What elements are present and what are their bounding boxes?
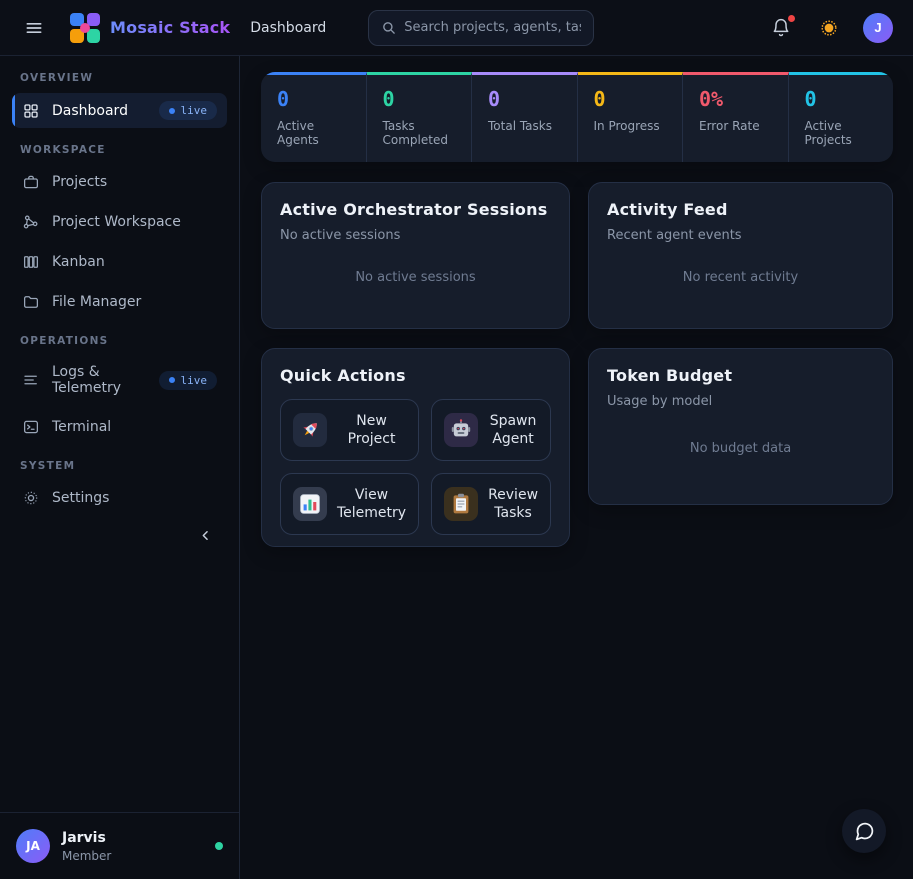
search-input[interactable] — [404, 20, 581, 35]
log-lines-icon — [22, 371, 40, 389]
sidebar-item-label: Logs & Telemetry — [52, 364, 147, 396]
nav-section-label-operations: OPERATIONS — [20, 335, 219, 347]
quick-action-label: New Project — [337, 412, 406, 448]
nav-section-label-workspace: WORKSPACE — [20, 144, 219, 156]
clipboard-icon — [444, 487, 478, 521]
nav-section-label-system: SYSTEM — [20, 460, 219, 472]
nodes-icon — [22, 213, 40, 231]
quick-actions-card: Quick Actions New Project Spawn Agent View… — [261, 348, 570, 547]
sidebar-item-logs-telemetry[interactable]: Logs & Telemetry live — [12, 356, 227, 404]
sessions-card-title: Active Orchestrator Sessions — [280, 200, 551, 219]
online-status-dot — [215, 842, 223, 850]
stat-label: Error Rate — [699, 119, 772, 133]
quick-action-label: Spawn Agent — [488, 412, 538, 448]
rocket-icon — [293, 413, 327, 447]
activity-feed-subtitle: Recent agent events — [607, 228, 874, 243]
stats-row: 0 Active Agents 0 Tasks Completed 0 Total Tas… — [261, 72, 893, 162]
quick-actions-title: Quick Actions — [280, 366, 551, 385]
sidebar-item-label: Settings — [52, 490, 109, 506]
token-budget-card: Token Budget Usage by model No budget da… — [588, 348, 893, 505]
live-badge: live — [159, 371, 218, 390]
sessions-empty-state: No active sessions — [280, 243, 551, 311]
stat-label: In Progress — [594, 119, 667, 133]
sidebar-item-kanban[interactable]: Kanban — [12, 245, 227, 279]
search-box[interactable] — [368, 10, 594, 46]
sidebar-item-settings[interactable]: Settings — [12, 481, 227, 515]
kanban-icon — [22, 253, 40, 271]
live-dot — [169, 108, 175, 114]
sidebar-item-terminal[interactable]: Terminal — [12, 410, 227, 444]
activity-feed-title: Activity Feed — [607, 200, 874, 219]
sidebar-item-label: Projects — [52, 174, 107, 190]
review-tasks-button[interactable]: Review Tasks — [431, 473, 551, 535]
stat-label: Active Agents — [277, 119, 350, 147]
user-role: Member — [62, 849, 111, 863]
user-name: Jarvis — [62, 830, 111, 846]
sessions-card-subtitle: No active sessions — [280, 228, 551, 243]
live-dot — [169, 377, 175, 383]
grid-icon — [22, 102, 40, 120]
bell-icon[interactable] — [767, 14, 795, 42]
brand-name: Mosaic Stack — [110, 18, 230, 37]
brand: Mosaic Stack — [70, 13, 230, 43]
briefcase-icon — [22, 173, 40, 191]
view-telemetry-button[interactable]: View Telemetry — [280, 473, 419, 535]
sidebar-item-file-manager[interactable]: File Manager — [12, 285, 227, 319]
terminal-icon — [22, 418, 40, 436]
stat-tasks-completed: 0 Tasks Completed — [367, 72, 473, 162]
token-budget-subtitle: Usage by model — [607, 394, 874, 409]
activity-empty-state: No recent activity — [607, 243, 874, 311]
sidebar-item-project-workspace[interactable]: Project Workspace — [12, 205, 227, 239]
notification-dot — [788, 15, 795, 22]
stat-value: 0 — [488, 88, 561, 110]
stat-label: Active Projects — [805, 119, 878, 147]
search-icon — [381, 20, 396, 35]
top-bar: Mosaic Stack Dashboard J — [0, 0, 913, 56]
quick-action-label: View Telemetry — [337, 486, 406, 522]
stat-value: 0 — [383, 88, 456, 110]
main-content: 0 Active Agents 0 Tasks Completed 0 Total Tas… — [240, 56, 913, 879]
spawn-agent-button[interactable]: Spawn Agent — [431, 399, 551, 461]
stat-label: Tasks Completed — [383, 119, 456, 147]
stat-value: 0% — [699, 88, 772, 110]
sidebar-item-label: Terminal — [52, 419, 111, 435]
sidebar-item-label: File Manager — [52, 294, 141, 310]
mosaic-logo-icon — [70, 13, 100, 43]
gear-icon — [22, 489, 40, 507]
breadcrumb: Dashboard — [250, 20, 326, 36]
budget-empty-state: No budget data — [607, 409, 874, 487]
nav-section-label-overview: OVERVIEW — [20, 72, 219, 84]
sidebar-item-label: Kanban — [52, 254, 105, 270]
stat-in-progress: 0 In Progress — [578, 72, 684, 162]
stat-error-rate: 0% Error Rate — [683, 72, 789, 162]
user-avatar-button[interactable]: J — [863, 13, 893, 43]
stat-value: 0 — [594, 88, 667, 110]
sidebar: OVERVIEW Dashboard live WORKSPACE Projects Pr… — [0, 56, 240, 879]
chat-bubble-icon[interactable] — [842, 809, 886, 853]
user-initials-avatar: JA — [16, 829, 50, 863]
stat-label: Total Tasks — [488, 119, 561, 133]
stat-total-tasks: 0 Total Tasks — [472, 72, 578, 162]
menu-icon[interactable] — [20, 14, 48, 42]
sidebar-item-dashboard[interactable]: Dashboard live — [12, 93, 227, 128]
sidebar-item-label: Dashboard — [52, 103, 128, 119]
sun-icon[interactable] — [815, 14, 843, 42]
robot-icon — [444, 413, 478, 447]
activity-feed-card: Activity Feed Recent agent events No rec… — [588, 182, 893, 329]
sessions-card: Active Orchestrator Sessions No active s… — [261, 182, 570, 329]
folder-icon — [22, 293, 40, 311]
sidebar-item-label: Project Workspace — [52, 214, 181, 230]
bar-chart-icon — [293, 487, 327, 521]
sidebar-collapse-button[interactable] — [194, 524, 217, 547]
stat-active-projects: 0 Active Projects — [789, 72, 894, 162]
sidebar-user-profile[interactable]: JA Jarvis Member — [0, 812, 239, 879]
stat-active-agents: 0 Active Agents — [261, 72, 367, 162]
new-project-button[interactable]: New Project — [280, 399, 419, 461]
stat-value: 0 — [277, 88, 350, 110]
token-budget-title: Token Budget — [607, 366, 874, 385]
sidebar-item-projects[interactable]: Projects — [12, 165, 227, 199]
stat-value: 0 — [805, 88, 878, 110]
live-badge: live — [159, 101, 218, 120]
quick-action-label: Review Tasks — [488, 486, 538, 522]
